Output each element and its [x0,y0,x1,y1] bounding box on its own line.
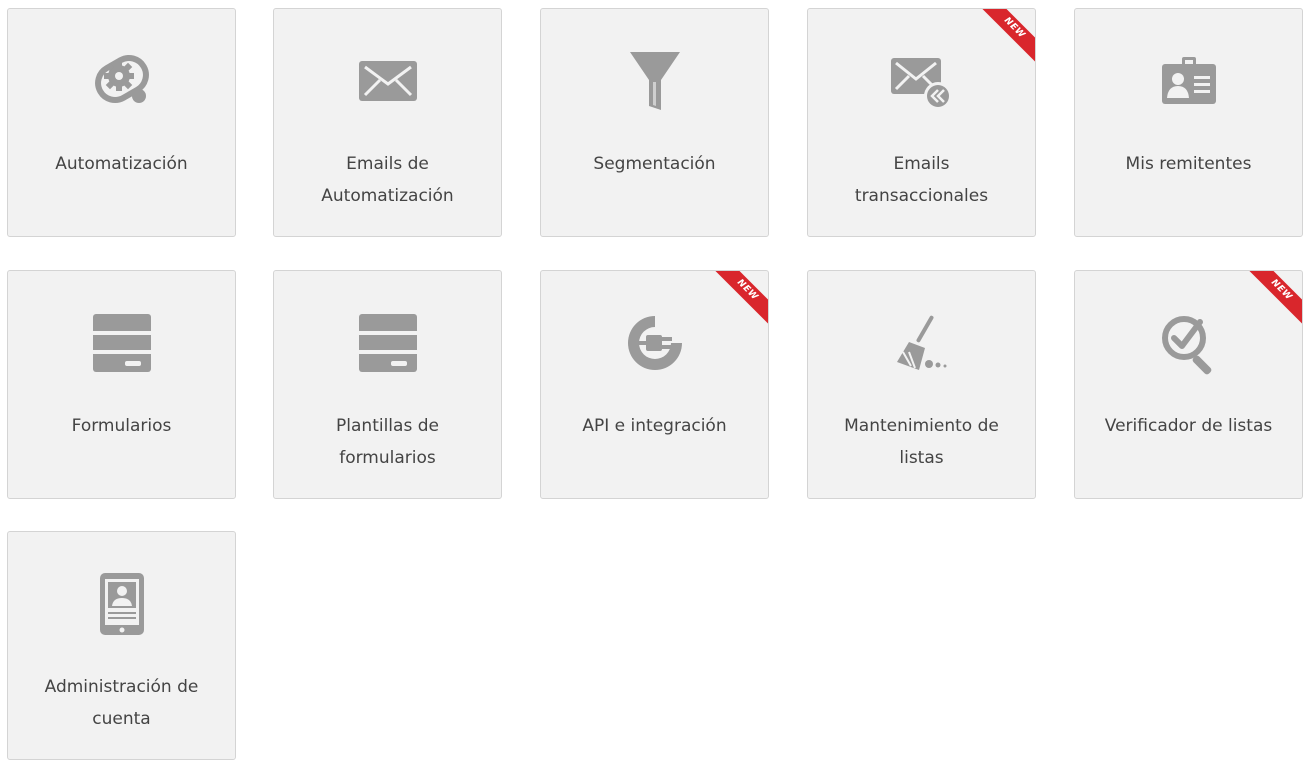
envelope-reply-icon [887,46,957,116]
tile-label: Emails transaccionales [854,154,989,206]
tile-label: Segmentación [593,154,716,174]
funnel-icon [620,46,690,116]
tile-label: Administración de cuenta [44,677,199,729]
envelope-icon [353,46,423,116]
tile-automatizacion[interactable]: Automatización [7,8,236,237]
plug-icon [620,308,690,378]
tile-label: Plantillas de formularios [336,416,439,468]
tile-mis-remitentes[interactable]: Mis remitentes [1074,8,1303,237]
tile-api-integracion[interactable]: API e integración NEW [540,270,769,499]
tile-formularios[interactable]: Formularios [7,270,236,499]
automation-gears-icon [87,46,157,116]
tile-label: Verificador de listas [1104,416,1273,436]
magnifier-check-icon [1154,308,1224,378]
new-badge: NEW [708,271,768,331]
tile-label: Automatización [55,154,188,174]
id-card-icon [1154,46,1224,116]
form-template-icon [353,308,423,378]
tile-label: Mantenimiento de listas [844,416,999,468]
tile-emails-transaccionales[interactable]: Emails transaccionales NEW [807,8,1036,237]
tablet-user-icon [87,569,157,639]
tile-plantillas-formularios[interactable]: Plantillas de formularios [273,270,502,499]
tile-label: Mis remitentes [1125,154,1252,174]
tile-emails-automatizacion[interactable]: Emails de Automatización [273,8,502,237]
new-badge: NEW [1242,271,1302,331]
form-icon [87,308,157,378]
tile-segmentacion[interactable]: Segmentación [540,8,769,237]
tile-label: Formularios [71,416,172,436]
broom-icon [887,308,957,378]
tile-label: Emails de Automatización [321,154,454,206]
tile-verificador-listas[interactable]: Verificador de listas NEW [1074,270,1303,499]
tile-label: API e integración [582,416,727,436]
new-badge: NEW [975,9,1035,69]
tile-administracion-cuenta[interactable]: Administración de cuenta [7,531,236,760]
tile-mantenimiento-listas[interactable]: Mantenimiento de listas [807,270,1036,499]
